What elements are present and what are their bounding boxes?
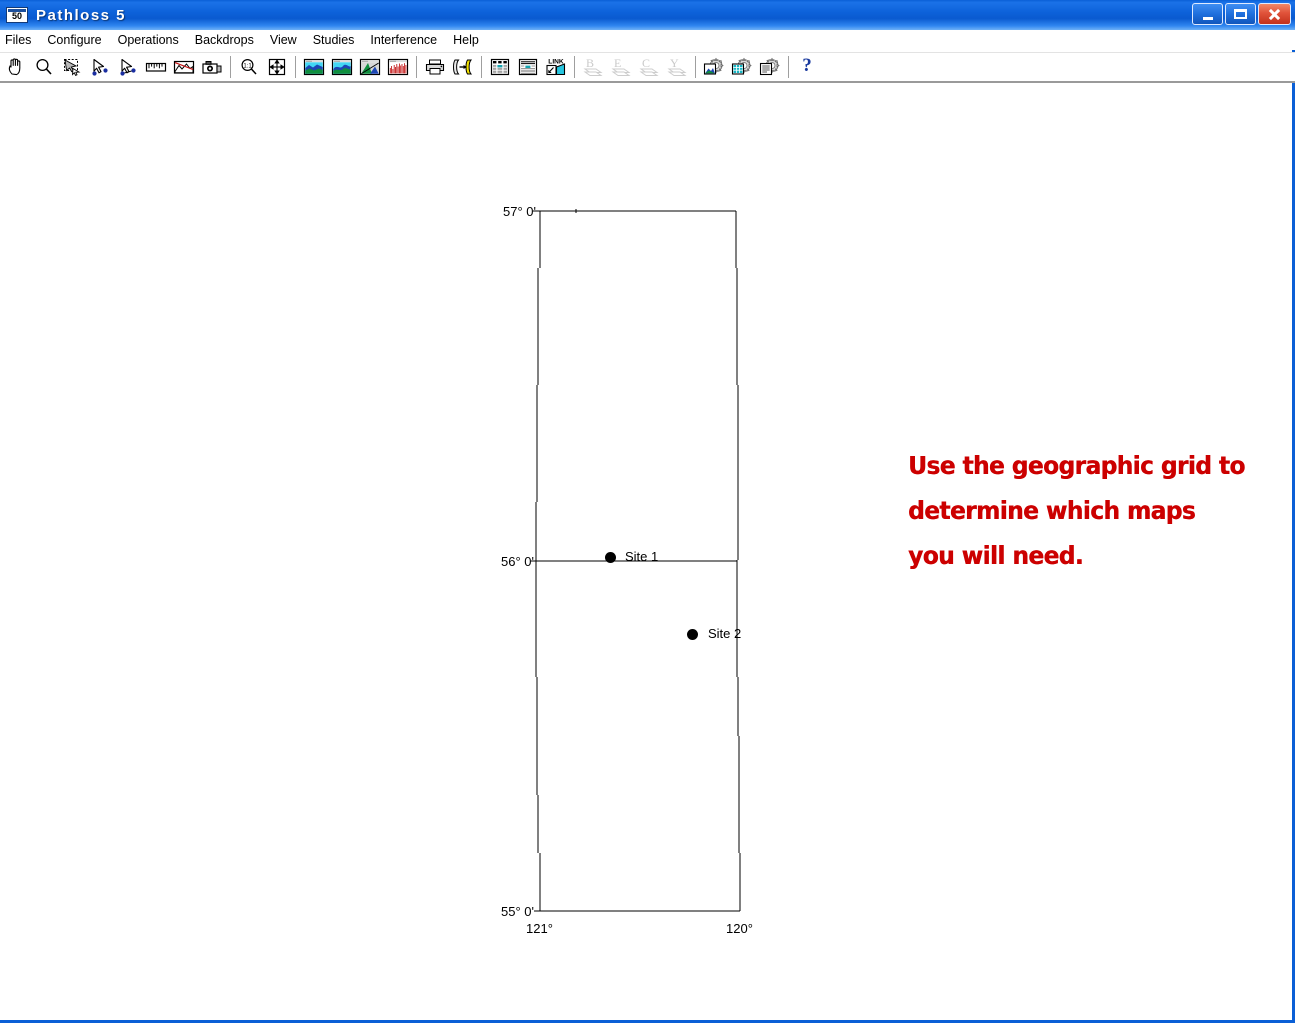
settings-report-gear-icon[interactable]: [756, 54, 784, 81]
lat-label-55: 55° 0': [501, 904, 534, 919]
menu-item-view[interactable]: View: [262, 32, 305, 49]
svg-text:?: ?: [802, 56, 812, 76]
site-label-2[interactable]: Site 2: [708, 626, 741, 641]
add-site-pointer-icon[interactable]: [86, 54, 114, 81]
menu-item-backdrops[interactable]: Backdrops: [187, 32, 262, 49]
toolbar-separator: [574, 56, 575, 78]
svg-text:E: E: [614, 57, 621, 70]
svg-text:B: B: [586, 57, 594, 70]
minimize-icon: [1203, 17, 1213, 20]
menu-item-files[interactable]: Files: [0, 32, 39, 49]
title-bar: 50 Pathloss 5: [0, 0, 1295, 30]
maximize-button[interactable]: [1225, 3, 1256, 25]
layers-b-icon[interactable]: B: [579, 54, 607, 81]
svg-text:1:1: 1:1: [243, 64, 252, 70]
link-list-icon[interactable]: [514, 54, 542, 81]
map-canvas[interactable]: 57° 0' 56° 0' 55° 0' 121° 120° Site 1 Si…: [0, 85, 1288, 1020]
site-list-icon[interactable]: [486, 54, 514, 81]
print-icon[interactable]: [421, 54, 449, 81]
annotation-text: Use the geographic grid to determine whi…: [908, 443, 1187, 578]
app-icon-label: 50: [12, 11, 22, 21]
profile-chart-icon[interactable]: [170, 54, 198, 81]
site-marker-dot[interactable]: [605, 552, 616, 563]
application-window: 50 Pathloss 5 Files Configure Operations…: [0, 0, 1295, 1023]
menu-item-operations[interactable]: Operations: [110, 32, 187, 49]
menu-item-help[interactable]: Help: [445, 32, 487, 49]
menu-item-studies[interactable]: Studies: [305, 32, 363, 49]
app-icon[interactable]: 50: [6, 7, 28, 23]
add-link-pointer-icon[interactable]: [114, 54, 142, 81]
toolbar-separator: [695, 56, 696, 78]
menu-item-configure[interactable]: Configure: [39, 32, 109, 49]
settings-image-gear-icon[interactable]: [700, 54, 728, 81]
title-bar-left: 50 Pathloss 5: [6, 0, 126, 30]
pan-hand-icon[interactable]: [2, 54, 30, 81]
fit-to-window-icon[interactable]: [263, 54, 291, 81]
lon-label-120: 120°: [726, 921, 753, 936]
layers-y-icon[interactable]: Y: [663, 54, 691, 81]
toolbar: 1:1: [0, 52, 1295, 83]
link-export-icon[interactable]: LINK: [542, 54, 570, 81]
histogram-backdrop-icon[interactable]: [384, 54, 412, 81]
site-label-1[interactable]: Site 1: [625, 549, 658, 564]
help-question-icon[interactable]: ?: [793, 54, 821, 81]
annotation-line-1: Use the geographic grid to: [908, 443, 1187, 488]
maximize-icon: [1234, 9, 1247, 19]
lat-label-57: 57° 0': [503, 204, 536, 219]
zoom-magnifier-icon[interactable]: [30, 54, 58, 81]
page-setup-icon[interactable]: [449, 54, 477, 81]
contour-backdrop-icon[interactable]: [328, 54, 356, 81]
zoom-one-to-one-icon[interactable]: 1:1: [235, 54, 263, 81]
window-title: Pathloss 5: [36, 7, 126, 24]
minimize-button[interactable]: [1192, 3, 1223, 25]
close-button[interactable]: [1258, 3, 1291, 25]
toolbar-separator: [230, 56, 231, 78]
svg-text:C: C: [642, 57, 650, 70]
toolbar-separator: [481, 56, 482, 78]
toolbar-separator: [295, 56, 296, 78]
annotation-line-2: determine which maps: [908, 488, 1187, 533]
site-marker-dot[interactable]: [687, 629, 698, 640]
measure-ruler-icon[interactable]: [142, 54, 170, 81]
terrain-backdrop-icon[interactable]: [300, 54, 328, 81]
menu-bar: Files Configure Operations Backdrops Vie…: [0, 30, 1295, 50]
app-icon-titlestrip: [8, 9, 26, 12]
toolbar-separator: [788, 56, 789, 78]
svg-text:Y: Y: [670, 57, 679, 70]
layers-e-icon[interactable]: E: [607, 54, 635, 81]
settings-table-gear-icon[interactable]: [728, 54, 756, 81]
camera-snapshot-icon[interactable]: [198, 54, 226, 81]
coverage-backdrop-icon[interactable]: [356, 54, 384, 81]
lat-label-56: 56° 0': [501, 554, 534, 569]
annotation-line-3: you will need.: [908, 533, 1187, 578]
window-controls: [1192, 3, 1291, 25]
rubber-band-select-icon[interactable]: [58, 54, 86, 81]
layers-c-icon[interactable]: C: [635, 54, 663, 81]
close-icon: [1268, 8, 1281, 21]
menu-item-interference[interactable]: Interference: [362, 32, 445, 49]
lon-label-121: 121°: [526, 921, 553, 936]
toolbar-separator: [416, 56, 417, 78]
